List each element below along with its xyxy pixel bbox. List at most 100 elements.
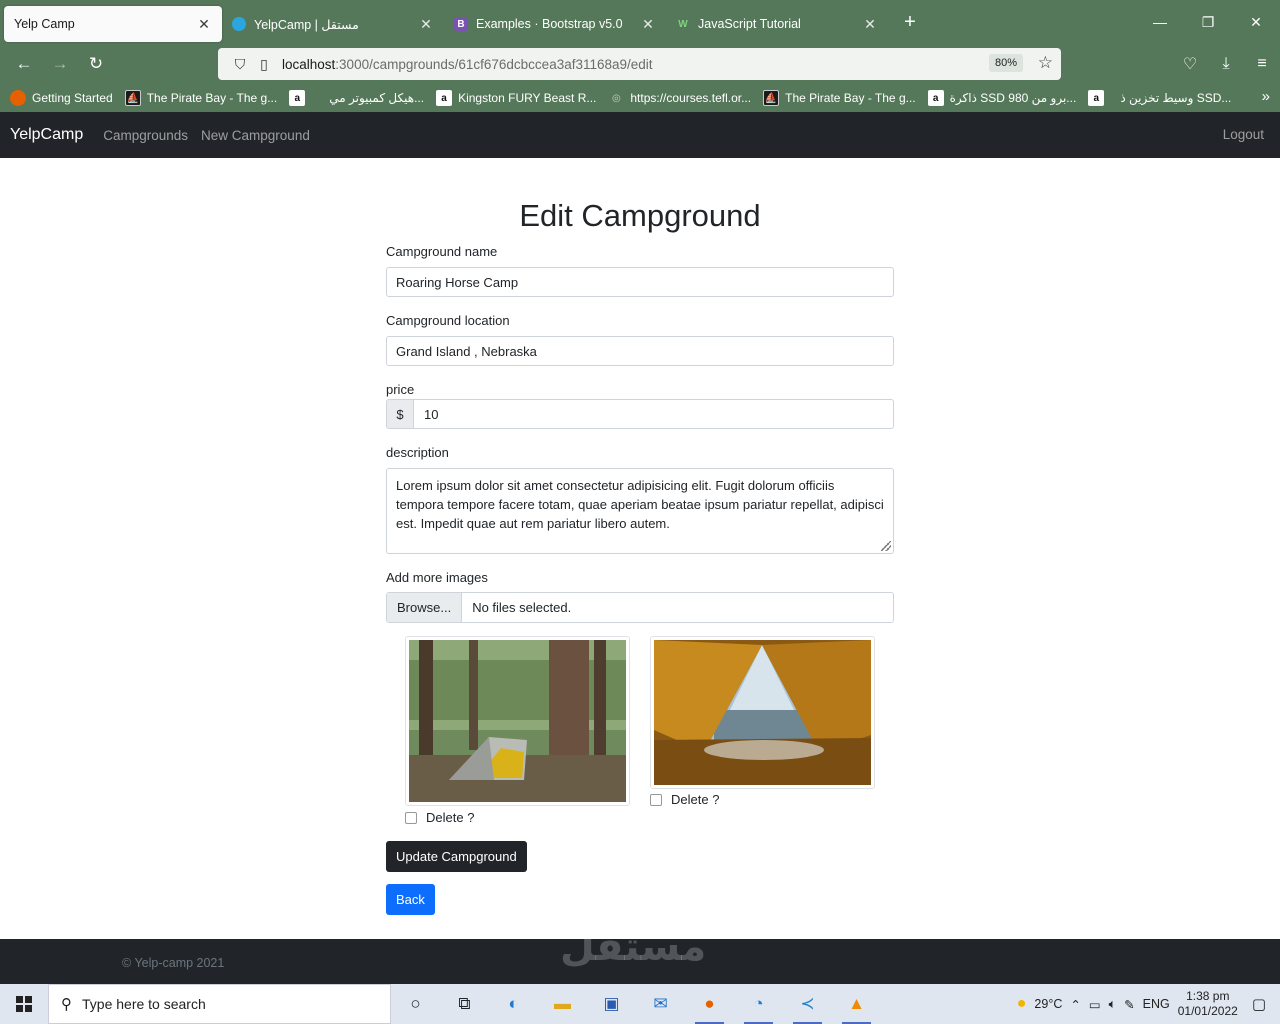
amazon-icon: a	[289, 90, 306, 106]
resize-grip-icon[interactable]	[881, 541, 891, 551]
weather-sun-icon[interactable]: ●	[1017, 995, 1027, 1013]
price-label: price	[386, 382, 415, 397]
forward-arrow-icon[interactable]: →	[42, 48, 78, 80]
bookmark-item[interactable]: a ذاكرة SSD 980 برو من...	[927, 90, 1076, 106]
new-tab-button[interactable]: +	[898, 11, 922, 34]
toolbar-right: ♡ ⤓ ≡	[1172, 48, 1280, 80]
piratebay-icon: ⛵	[763, 90, 780, 106]
menu-icon[interactable]: ≡	[1244, 48, 1280, 80]
price-input-group: $ 10	[386, 399, 894, 429]
restore-icon[interactable]: ❐	[1184, 0, 1232, 44]
name-input[interactable]: Roaring Horse Camp	[386, 267, 894, 297]
price-input[interactable]: 10	[414, 399, 894, 429]
time: 1:38 pm	[1186, 989, 1230, 1003]
zoom-level[interactable]: 80%	[988, 54, 1023, 72]
store-icon[interactable]: ▣	[587, 984, 636, 1024]
pen-icon[interactable]: ✎	[1124, 997, 1134, 1012]
taskbar-search[interactable]: ⚲ Type here to search	[48, 984, 391, 1024]
page-icon: ▯	[260, 55, 268, 72]
firefox-icon[interactable]: ●	[685, 984, 734, 1024]
tab-javascript-tutorial[interactable]: W JavaScript Tutorial ✕	[666, 6, 888, 42]
date: 01/01/2022	[1177, 1004, 1238, 1018]
description-text: Lorem ipsum dolor sit amet consectetur a…	[396, 478, 884, 531]
campground-image-1	[405, 636, 630, 806]
pocket-icon[interactable]: ♡	[1172, 48, 1208, 80]
checkbox[interactable]	[405, 811, 417, 824]
amazon-icon: a	[927, 90, 944, 106]
edge-icon[interactable]: ◐	[489, 984, 538, 1024]
back-arrow-icon[interactable]: ←	[6, 48, 42, 80]
mail-icon[interactable]: ✉	[636, 984, 685, 1024]
cortana-icon[interactable]: ○	[391, 984, 440, 1024]
bookmark-item[interactable]: Getting Started	[10, 90, 113, 106]
checkbox[interactable]	[650, 793, 662, 806]
tab-title: Examples · Bootstrap v5.0	[476, 17, 623, 31]
tab-yelpcamp-mostaql[interactable]: YelpCamp | مستقل ✕	[222, 6, 444, 42]
delete-checkbox-1[interactable]: Delete ?	[405, 810, 474, 825]
search-placeholder: Type here to search	[82, 996, 206, 1012]
windows-taskbar: ⚲ Type here to search ○ ⧉ ◐ ▬ ▣ ✉ ● ◔ ≺ …	[0, 984, 1280, 1024]
tent-interior-image	[654, 640, 871, 785]
description-textarea[interactable]: Lorem ipsum dolor sit amet consectetur a…	[386, 468, 894, 554]
system-tray: ● 29°C ⌃ ▭ 🔈︎ ✎ ENG 1:38 pm 01/01/2022 ▢	[1017, 984, 1280, 1024]
window-controls: — ❐ ✕	[1136, 0, 1280, 44]
shield-icon[interactable]: ⛉	[228, 56, 252, 73]
tab-title: YelpCamp | مستقل	[254, 17, 359, 32]
vscode-icon[interactable]: ≺	[783, 984, 832, 1024]
browse-button[interactable]: Browse...	[387, 593, 463, 622]
language-indicator[interactable]: ENG	[1143, 997, 1170, 1011]
file-explorer-icon[interactable]: ▬	[538, 984, 587, 1024]
bookmark-item[interactable]: ⛵ The Pirate Bay - The g...	[763, 90, 916, 106]
update-campground-button[interactable]: Update Campground	[386, 841, 527, 872]
temperature[interactable]: 29°C	[1034, 997, 1062, 1011]
nav-new-campground[interactable]: New Campground	[201, 128, 310, 143]
reload-icon[interactable]: ↻	[78, 48, 114, 80]
brand-link[interactable]: YelpCamp	[10, 126, 83, 144]
app-navbar: YelpCamp Campgrounds New Campground Logo…	[0, 112, 1280, 158]
w3schools-icon: W	[678, 18, 688, 30]
vlc-icon[interactable]: ▲	[832, 984, 881, 1024]
delete-checkbox-2[interactable]: Delete ?	[650, 792, 719, 807]
name-label: Campground name	[386, 244, 498, 259]
bookmark-item[interactable]: ⛵ The Pirate Bay - The g...	[124, 90, 277, 106]
tab-bootstrap-examples[interactable]: B Examples · Bootstrap v5.0 ✕	[444, 6, 666, 42]
logout-link[interactable]: Logout	[1223, 127, 1264, 142]
more-bookmarks-icon[interactable]: »	[1262, 88, 1270, 105]
browser-tab-bar: Yelp Camp ✕ YelpCamp | مستقل ✕ B Example…	[0, 0, 1280, 44]
bookmark-item[interactable]: a Kingston FURY Beast R...	[436, 90, 596, 106]
bookmark-item[interactable]: a هيكل كمبيوتر مي...	[289, 90, 424, 106]
browser-icon[interactable]: ◔	[734, 984, 783, 1024]
bookmark-star-icon[interactable]: ☆	[1038, 53, 1053, 73]
location-input[interactable]: Grand Island , Nebraska	[386, 336, 894, 366]
tab-yelp-camp[interactable]: Yelp Camp ✕	[4, 6, 222, 42]
tab-title: JavaScript Tutorial	[698, 17, 801, 31]
clock[interactable]: 1:38 pm 01/01/2022	[1178, 989, 1238, 1019]
minimize-icon[interactable]: —	[1136, 0, 1184, 44]
notifications-icon[interactable]: ▢	[1252, 995, 1266, 1013]
watermark-logo: مستقل	[560, 925, 707, 969]
price-prefix: $	[386, 399, 414, 429]
file-input[interactable]: Browse... No files selected.	[386, 592, 894, 623]
close-icon[interactable]: ✕	[640, 16, 656, 33]
bookmark-item[interactable]: a وسيط تخزين ذ SSD...	[1088, 90, 1231, 106]
url-host: localhost	[282, 56, 336, 72]
windows-start-icon[interactable]	[0, 984, 48, 1024]
close-icon[interactable]: ✕	[862, 16, 878, 33]
bookmark-item[interactable]: ◎ https://courses.tefl.or...	[608, 90, 751, 106]
copyright-text: © Yelp-camp 2021	[122, 956, 225, 970]
nav-campgrounds[interactable]: Campgrounds	[103, 128, 188, 143]
volume-icon[interactable]: 🔈︎	[1109, 997, 1117, 1012]
close-icon[interactable]: ✕	[196, 16, 212, 33]
close-window-icon[interactable]: ✕	[1232, 0, 1280, 44]
chevron-up-icon[interactable]: ⌃	[1070, 997, 1080, 1012]
task-view-icon[interactable]: ⧉	[440, 984, 489, 1024]
download-icon[interactable]: ⤓	[1208, 48, 1244, 80]
back-button[interactable]: Back	[386, 884, 435, 915]
address-bar[interactable]: ⛉ ▯ localhost:3000/campgrounds/61cf676dc…	[218, 48, 1061, 80]
amazon-icon: a	[1088, 90, 1105, 106]
network-icon[interactable]: ▭	[1089, 997, 1101, 1012]
close-icon[interactable]: ✕	[418, 16, 434, 33]
location-label: Campground location	[386, 313, 510, 328]
delete-label: Delete ?	[671, 792, 720, 807]
search-icon: ⚲	[61, 996, 72, 1013]
